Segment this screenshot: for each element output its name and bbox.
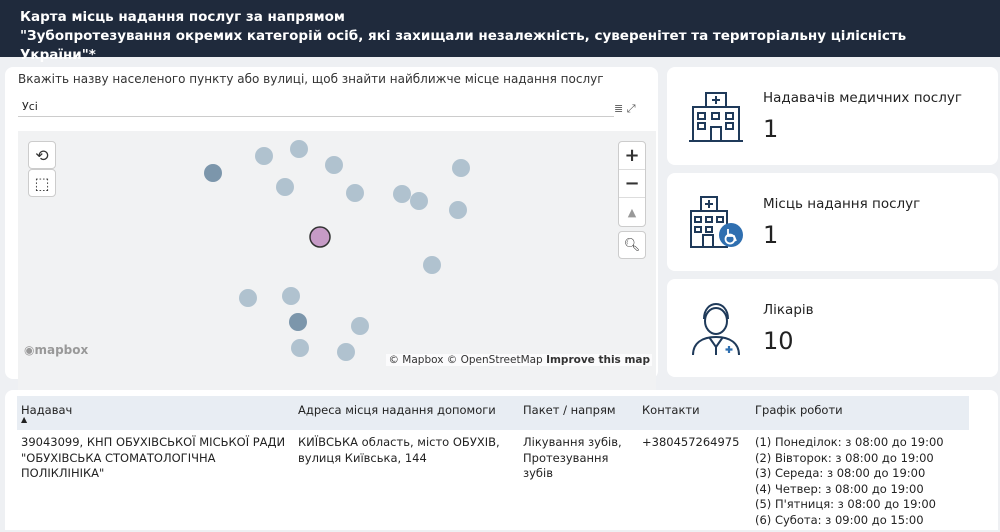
attribution-osm[interactable]: © OpenStreetMap: [447, 354, 543, 366]
locations-label: Місць надання послуг: [763, 196, 921, 212]
cell-address: КИЇВСЬКА область, місто ОБУХІВ, вулиця К…: [298, 435, 500, 465]
compass-icon: ▲: [627, 205, 637, 219]
cell-package: Лікування зубів, Протезування зубів: [523, 435, 622, 480]
map-marker[interactable]: [282, 287, 300, 305]
mapbox-logo: ◉mapbox: [24, 343, 89, 357]
map-marker[interactable]: [276, 178, 294, 196]
providers-label: Надавачів медичних послуг: [763, 90, 962, 106]
map-panel: Вкажіть назву населеного пункту або вули…: [5, 67, 658, 436]
zoom-out-button[interactable]: −: [619, 170, 645, 198]
map-points-layer: [204, 140, 470, 361]
providers-value: 1: [763, 115, 779, 143]
stat-card-providers: Надавачів медичних послуг 1: [667, 67, 998, 165]
map-marker[interactable]: [346, 184, 364, 202]
magnifier-icon: 🔍︎: [623, 237, 641, 253]
map-marker[interactable]: [325, 156, 343, 174]
attribution-mapbox[interactable]: © Mapbox: [388, 354, 443, 366]
schedule-line: (5) П'ятниця: з 08:00 до 19:00: [755, 497, 936, 511]
filter-icon[interactable]: ≣: [614, 102, 623, 115]
map-marker[interactable]: [452, 159, 470, 177]
map-marker[interactable]: [291, 339, 309, 357]
providers-table: Надавач ▲ Адреса місця надання допомоги П…: [17, 396, 969, 532]
stat-card-doctors: Лікарів 10: [667, 279, 998, 377]
column-header-contacts[interactable]: Контакти: [638, 396, 751, 430]
locations-value: 1: [763, 221, 779, 249]
report-header: Карта місць надання послуг за напрямом "…: [0, 0, 1000, 63]
selected-map-marker[interactable]: [309, 226, 331, 248]
location-filter[interactable]: Усі: [18, 97, 614, 117]
column-header-package[interactable]: Пакет / напрям: [519, 396, 638, 430]
doctors-value: 10: [763, 327, 794, 355]
cell-provider: 39043099, КНП ОБУХІВСЬКОЇ МІСЬКОЇ РАДИ "…: [21, 435, 286, 480]
lasso-select-button[interactable]: ⟲: [28, 141, 56, 169]
zoom-in-button[interactable]: +: [619, 142, 645, 170]
doctor-icon: [692, 302, 740, 356]
column-header-provider[interactable]: Надавач ▲: [17, 396, 294, 430]
search-label: Вкажіть назву населеного пункту або вули…: [18, 72, 604, 86]
rect-select-button[interactable]: ⬚: [28, 169, 56, 197]
map-marker[interactable]: [239, 289, 257, 307]
doctors-label: Лікарів: [763, 302, 814, 318]
schedule-line: (6) Субота: з 09:00 до 15:00: [755, 512, 924, 527]
map-marker[interactable]: [423, 256, 441, 274]
map-attribution: © Mapbox © OpenStreetMap Improve this ma…: [386, 354, 652, 366]
map-marker[interactable]: [255, 147, 273, 165]
sort-ascending-icon: ▲: [21, 415, 28, 424]
map-marker[interactable]: [290, 140, 308, 158]
schedule-line: (1) Понеділок: з 08:00 до 19:00: [755, 435, 944, 449]
column-header-address[interactable]: Адреса місця надання допомоги: [294, 396, 519, 430]
clinic-wheelchair-icon: [690, 196, 743, 248]
map-marker[interactable]: [337, 343, 355, 361]
map-marker[interactable]: [449, 201, 467, 219]
map-marker[interactable]: [289, 313, 307, 331]
filter-toolbar: ≣ ⤢: [614, 102, 636, 116]
search-location-button[interactable]: 🔍︎: [618, 231, 646, 259]
improve-map-link[interactable]: Improve this map: [546, 354, 650, 366]
compass-button[interactable]: ▲: [619, 198, 645, 226]
expand-icon[interactable]: ⤢: [627, 102, 636, 115]
map-marker[interactable]: [351, 317, 369, 335]
zoom-controls: + − ▲: [618, 141, 646, 227]
table-row[interactable]: 39043099, КНП ОБУХІВСЬКОЇ МІСЬКОЇ РАДИ "…: [17, 430, 969, 532]
schedule-line: (4) Четвер: з 08:00 до 19:00: [755, 481, 924, 496]
stat-card-locations: Місць надання послуг 1: [667, 173, 998, 271]
header-subtitle: "Зубопротезування окремих категорій осіб…: [20, 28, 907, 63]
cell-contacts: +380457264975: [642, 435, 740, 449]
hospital-icon: [689, 92, 743, 142]
providers-table-panel: Надавач ▲ Адреса місця надання допомоги П…: [5, 390, 998, 530]
schedule-line: (3) Середа: з 08:00 до 19:00: [755, 466, 926, 480]
rect-select-icon: ⬚: [34, 173, 50, 193]
lasso-icon: ⟲: [35, 145, 49, 165]
map-marker[interactable]: [410, 192, 428, 210]
filter-value: Усі: [22, 100, 38, 113]
table-header-row: Надавач ▲ Адреса місця надання допомоги П…: [17, 396, 969, 430]
header-title: Карта місць надання послуг за напрямом: [20, 9, 345, 25]
map-marker[interactable]: [393, 185, 411, 203]
column-header-schedule[interactable]: Графік роботи: [751, 396, 969, 430]
schedule-line: (2) Вівторок: з 08:00 до 19:00: [755, 450, 934, 465]
cell-schedule: (1) Понеділок: з 08:00 до 19:00 (2) Вівт…: [751, 430, 969, 532]
map-marker[interactable]: [204, 164, 222, 182]
